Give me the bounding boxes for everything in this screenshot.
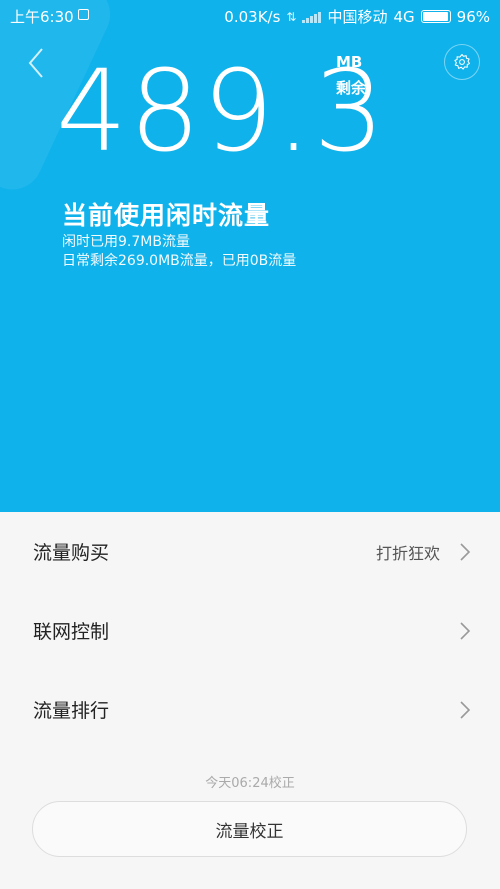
daily-usage-text: 日常剩余269.0MB流量，已用0B流量 (62, 253, 297, 269)
mode-title: 当前使用闲时流量 (62, 201, 271, 230)
notification-icon (78, 9, 89, 20)
battery-icon (420, 10, 451, 23)
network-type: 4G (393, 7, 415, 26)
menu-item-ranking[interactable]: 流量排行 (0, 670, 500, 749)
carrier-name: 中国移动 (327, 8, 388, 26)
menu-item-label: 流量排行 (33, 700, 110, 722)
unit-label: MB (336, 53, 363, 71)
status-time: 上午6:30 (10, 8, 74, 26)
promo-label: 打折狂欢 (375, 543, 440, 563)
remaining-amount: 489.3 (56, 47, 387, 177)
battery-percent: 96% (456, 7, 490, 26)
chevron-right-icon (460, 542, 471, 561)
chevron-left-icon[interactable] (18, 45, 54, 81)
menu-item-purchase[interactable]: 流量购买 打折狂欢 (0, 512, 500, 591)
menu-item-label: 联网控制 (33, 621, 110, 643)
status-right: 0.03K/s ⇅ 中国移动 4G 96% (224, 6, 490, 27)
chevron-right-icon (460, 700, 471, 719)
network-speed: 0.03K/s (224, 7, 281, 26)
menu-list: 流量购买 打折狂欢 联网控制 流量排行 (0, 512, 500, 749)
calibrate-button[interactable]: 流量校正 (32, 801, 467, 857)
gear-icon[interactable] (444, 44, 480, 80)
battery-fill (422, 12, 448, 21)
calibrate-time: 今天06:24校正 (205, 776, 295, 791)
idle-usage-text: 闲时已用9.7MB流量 (62, 234, 190, 250)
transfer-icon: ⇅ (286, 9, 297, 24)
remaining-label: 剩余 (336, 79, 367, 97)
status-bar: 上午6:30 0.03K/s ⇅ 中国移动 4G 96% (0, 0, 500, 30)
menu-item-network-control[interactable]: 联网控制 (0, 591, 500, 670)
chevron-right-icon (460, 621, 471, 640)
signal-icon (302, 11, 322, 23)
hero-panel: 上午6:30 0.03K/s ⇅ 中国移动 4G 96% 489.3 MB 剩余… (0, 0, 500, 512)
menu-item-label: 流量购买 (33, 542, 110, 564)
